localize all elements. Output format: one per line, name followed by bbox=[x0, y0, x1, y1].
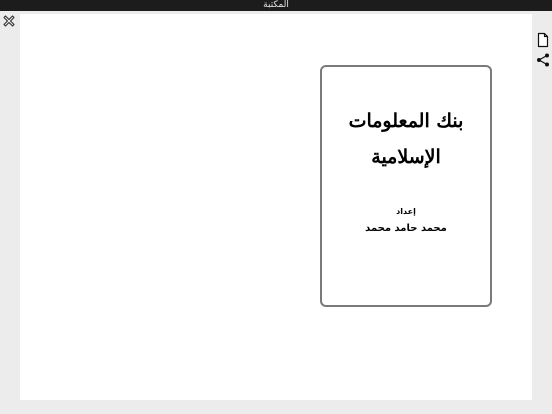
book-title-line-2: الإسلامية bbox=[371, 146, 441, 168]
right-toolbar bbox=[535, 32, 551, 72]
document-icon bbox=[537, 32, 549, 48]
book-cover[interactable]: بنك المعلومات الإسلامية إعداد محمد حامد … bbox=[320, 65, 492, 307]
share-button[interactable] bbox=[535, 52, 551, 68]
document-button[interactable] bbox=[535, 32, 551, 48]
app-window: المكتبة بنك المعلومات الإسلامية إعداد مح… bbox=[0, 0, 552, 414]
close-button[interactable] bbox=[2, 13, 16, 27]
book-author: محمد حامد محمد bbox=[365, 223, 447, 234]
close-icon bbox=[3, 15, 15, 27]
book-title-line-1: بنك المعلومات bbox=[348, 110, 464, 132]
window-title: المكتبة bbox=[263, 0, 289, 10]
share-icon bbox=[537, 53, 549, 67]
window-title-bar: المكتبة bbox=[0, 0, 552, 11]
prepared-by-label: إعداد bbox=[396, 207, 416, 216]
